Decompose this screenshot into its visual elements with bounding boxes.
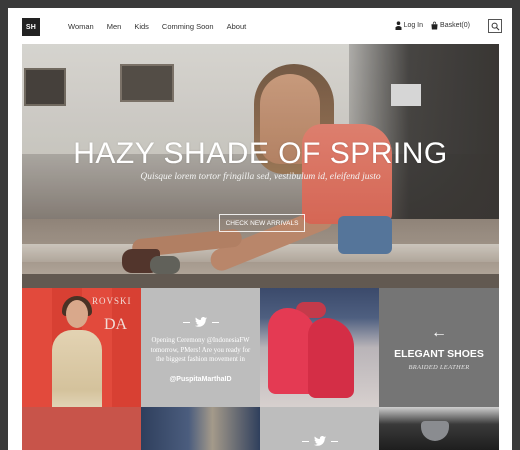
divider — [301, 440, 309, 442]
basket-link[interactable]: Basket(0) — [431, 21, 470, 30]
logo[interactable]: SH — [22, 18, 40, 36]
login-label: Log In — [403, 22, 424, 29]
model-face — [66, 300, 88, 328]
person-icon — [395, 21, 402, 30]
backdrop-text: ROVSKI — [92, 296, 132, 306]
bag-icon — [431, 21, 438, 30]
nav-item-woman[interactable]: Woman — [68, 22, 94, 31]
nav-item-men[interactable]: Men — [107, 22, 122, 31]
twitter-bird-icon — [313, 436, 326, 446]
photo-tile-jeans[interactable] — [141, 407, 260, 450]
hero-title: HAZY SHADE OF SPRING — [73, 137, 448, 170]
tweet-tile[interactable]: Opening Ceremony @IndonesiaFW tomorrow, … — [141, 288, 260, 407]
divider — [211, 321, 219, 323]
backdrop-text: DA — [104, 316, 128, 333]
user-utilities: Log In Basket(0) — [395, 21, 470, 30]
page: SH Woman Men Kids Comming Soon About Log… — [8, 8, 512, 450]
category-title: ELEGANT SHOES — [394, 348, 484, 360]
login-link[interactable]: Log In — [395, 21, 423, 30]
search-icon — [491, 22, 499, 30]
red-heel — [308, 318, 354, 398]
model-dress — [52, 330, 102, 407]
nav-item-about[interactable]: About — [227, 22, 247, 31]
photo-tile-jacket[interactable] — [379, 407, 499, 450]
nav-item-kids[interactable]: Kids — [134, 22, 149, 31]
main-nav: Woman Men Kids Comming Soon About — [68, 22, 246, 31]
divider — [330, 440, 338, 442]
twitter-header — [260, 436, 379, 446]
twitter-header — [141, 317, 260, 327]
search-button[interactable] — [488, 19, 502, 33]
twitter-bird-icon — [194, 317, 207, 327]
basket-label: Basket(0) — [440, 22, 470, 29]
photo-tile-event[interactable]: ROVSKI DA — [22, 288, 141, 407]
nav-item-comming-soon[interactable]: Comming Soon — [162, 22, 214, 31]
divider — [182, 321, 190, 323]
photo-tile-shoes[interactable] — [260, 288, 379, 407]
category-tile-elegant-shoes[interactable]: ← ELEGANT SHOES BRAIDED LEATHER — [379, 288, 499, 407]
tweet-tile[interactable] — [260, 407, 379, 450]
arrow-left-icon: ← — [431, 324, 447, 341]
necklace — [421, 421, 449, 441]
tweet-text: Opening Ceremony @IndonesiaFW tomorrow, … — [150, 337, 251, 363]
hero-subtitle: Quisque lorem tortor fringilla sed, vest… — [140, 172, 381, 182]
tweet-handle[interactable]: @PuspitaMarthaID — [141, 376, 260, 383]
hero-banner: HAZY SHADE OF SPRING Quisque lorem torto… — [22, 44, 499, 289]
check-new-arrivals-button[interactable]: CHECK NEW ARRIVALS — [219, 214, 305, 232]
category-subtitle: BRAIDED LEATHER — [408, 364, 470, 371]
photo-tile[interactable] — [22, 407, 141, 450]
